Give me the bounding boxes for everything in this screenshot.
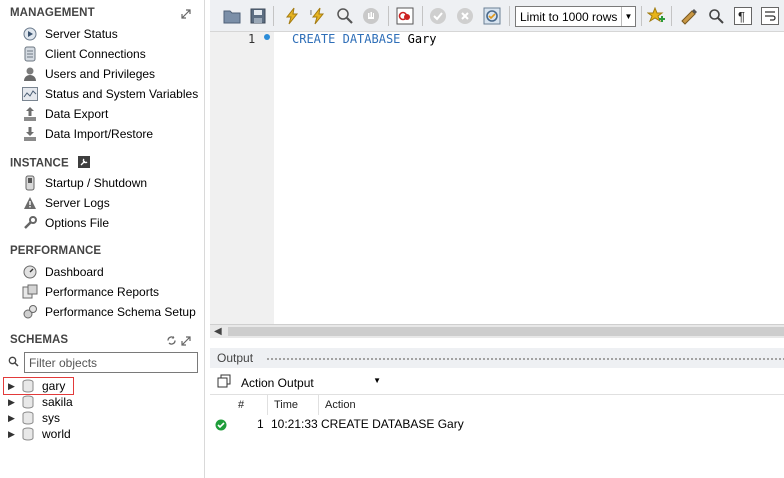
search-icon (8, 356, 19, 370)
nav-startup-shutdown[interactable]: Startup / Shutdown (22, 173, 202, 193)
expand-arrow-icon[interactable]: ▶ (8, 397, 20, 408)
copy-icon[interactable] (217, 374, 231, 391)
output-type-select[interactable]: Action Output ▼ (237, 373, 387, 392)
schema-sys[interactable]: ▶ sys (8, 410, 60, 426)
success-check-icon (215, 419, 227, 434)
drag-handle[interactable] (266, 357, 784, 361)
save-icon[interactable] (249, 7, 267, 25)
output-toolbar: Action Output ▼ (210, 370, 784, 394)
nav-data-import[interactable]: Data Import/Restore (22, 124, 202, 144)
nav-dashboard[interactable]: Dashboard (22, 262, 202, 282)
server-status-icon (22, 26, 38, 42)
dashboard-icon (22, 264, 38, 280)
schemas-header: SCHEMAS (10, 334, 69, 346)
nav-server-logs[interactable]: Server Logs (22, 193, 202, 213)
word-wrap-icon[interactable] (761, 7, 779, 25)
scroll-thumb[interactable] (228, 327, 784, 336)
schema-world[interactable]: ▶ world (8, 426, 71, 442)
svg-text:I: I (310, 10, 312, 17)
beautify-icon[interactable] (680, 7, 698, 25)
line-number: 1 (248, 32, 256, 46)
keyword-create: CREATE (292, 32, 336, 46)
invisible-chars-icon[interactable]: ¶ (734, 7, 752, 25)
identifier: Gary (407, 32, 437, 46)
nav-options-file[interactable]: Options File (22, 213, 202, 233)
rollback-icon[interactable] (456, 7, 474, 25)
nav-status-variables[interactable]: Status and System Variables (22, 84, 202, 104)
warning-icon (22, 195, 38, 211)
open-folder-icon[interactable] (223, 7, 241, 25)
expand-arrow-icon[interactable]: ▶ (8, 429, 20, 440)
column-header-number[interactable]: # (238, 399, 244, 411)
database-icon (22, 427, 36, 441)
refresh-icon[interactable] (166, 335, 177, 349)
sql-editor[interactable]: 1 CREATE DATABASE Gary (210, 32, 784, 324)
line-gutter: 1 (210, 32, 274, 324)
svg-text:¶: ¶ (738, 9, 745, 24)
scroll-left-icon[interactable]: ◀ (214, 326, 222, 337)
nav-data-export[interactable]: Data Export (22, 104, 202, 124)
nav-performance-reports[interactable]: Performance Reports (22, 282, 202, 302)
schema-gary[interactable]: ▶ gary (8, 378, 65, 394)
autocommit-icon[interactable] (483, 7, 501, 25)
expand-schemas-icon[interactable] (181, 335, 191, 349)
expand-arrow-icon[interactable]: ▶ (8, 413, 20, 424)
schema-setup-icon (22, 304, 38, 320)
execute-current-icon[interactable]: I (309, 7, 327, 25)
management-header: MANAGEMENT (10, 7, 95, 19)
statement-marker-icon (264, 34, 270, 40)
instance-header: INSTANCE (10, 156, 91, 171)
database-icon (22, 395, 36, 409)
column-header-action[interactable]: Action (325, 399, 356, 411)
nav-server-status[interactable]: Server Status (22, 24, 202, 44)
client-connections-icon (22, 46, 38, 62)
editor-toolbar: I Limit to 1000 rows ▼ ¶ (210, 0, 784, 32)
filter-objects-input[interactable] (24, 352, 198, 373)
execute-icon[interactable] (283, 7, 301, 25)
database-icon (22, 379, 36, 393)
keyword-database: DATABASE (342, 32, 401, 46)
row-number: 1 (257, 417, 264, 431)
output-panel-header: Output (210, 348, 784, 368)
reports-icon (22, 284, 38, 300)
sql-code-line[interactable]: CREATE DATABASE Gary (292, 32, 437, 46)
nav-client-connections[interactable]: Client Connections (22, 44, 202, 64)
column-header-time[interactable]: Time (274, 399, 298, 411)
expand-icon[interactable] (181, 8, 191, 22)
commit-icon[interactable] (429, 7, 447, 25)
startup-icon (22, 175, 38, 191)
nav-performance-schema-setup[interactable]: Performance Schema Setup (22, 302, 202, 322)
row-time: 10:21:33 (271, 417, 318, 431)
row-action: CREATE DATABASE Gary (321, 417, 464, 431)
database-icon (22, 411, 36, 425)
add-snippet-icon[interactable] (647, 7, 665, 25)
instance-tool-icon (78, 156, 91, 171)
data-export-icon (22, 106, 38, 122)
schema-sakila[interactable]: ▶ sakila (8, 394, 73, 410)
find-icon[interactable] (707, 7, 725, 25)
wrench-icon (22, 215, 38, 231)
data-import-icon (22, 126, 38, 142)
action-output-table: # Time Action 1 10:21:33 CREATE DATABASE… (210, 394, 784, 478)
variables-icon (22, 86, 38, 102)
nav-users-privileges[interactable]: Users and Privileges (22, 64, 202, 84)
limit-rows-select[interactable]: Limit to 1000 rows ▼ (515, 6, 636, 27)
users-icon (22, 66, 38, 82)
chevron-down-icon[interactable]: ▼ (373, 376, 381, 385)
chevron-down-icon[interactable]: ▼ (621, 7, 635, 26)
explain-icon[interactable] (336, 7, 354, 25)
toggle-continue-icon[interactable] (396, 7, 414, 25)
navigator-sidebar: MANAGEMENT Server Status Client Connecti… (0, 0, 205, 478)
performance-header: PERFORMANCE (10, 245, 102, 257)
stop-icon[interactable] (362, 7, 380, 25)
expand-arrow-icon[interactable]: ▶ (8, 381, 20, 392)
horizontal-scrollbar[interactable]: ◀ (210, 324, 784, 338)
